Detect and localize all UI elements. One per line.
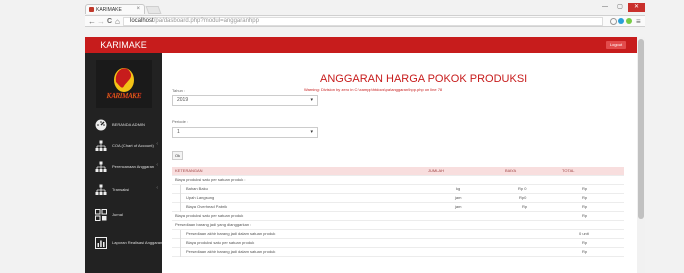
menu-icon[interactable]: ≡	[636, 16, 641, 27]
logout-button[interactable]: Logout	[606, 41, 626, 49]
scrollbar-thumb[interactable]	[638, 39, 644, 219]
table-header-row: KETERANGAN JUMLAH BIAYA TOTAL	[172, 167, 624, 176]
close-window-button[interactable]: ✕	[628, 3, 645, 12]
cell-keterangan: Biaya produksi satu per satuan produk	[186, 240, 255, 245]
cell-biaya: Rp	[522, 204, 528, 209]
sidebar-item-label: Perencanaan Anggaran	[112, 164, 155, 169]
cell-jumlah: jam	[455, 195, 462, 200]
tab-title: KARIMAKE	[96, 7, 122, 13]
cell-keterangan: Upah Langsung	[186, 195, 215, 200]
dashboard-icon	[95, 119, 107, 131]
sidebar-item-jurnal[interactable]: Jurnal	[85, 205, 162, 225]
cell-total: Rp	[582, 204, 588, 209]
url-host: localhost	[130, 18, 154, 24]
chevron-left-icon: ‹	[156, 162, 158, 168]
brand-title[interactable]: KARIMAKE	[85, 37, 162, 53]
php-warning: Warning: Division by zero in C:\xampp\ht…	[304, 87, 443, 92]
cell-biaya: Rp0	[519, 195, 527, 200]
cell-keterangan: Persediaan akhir barang jadi dalam satua…	[186, 249, 276, 254]
header-total: TOTAL	[562, 168, 575, 173]
minimize-button[interactable]: —	[598, 3, 612, 12]
table-row: Persediaan akhir barang jadi dalam satua…	[172, 248, 624, 257]
chevron-left-icon: ‹	[156, 141, 158, 147]
sidebar-item-label: BERANDA ADMIN	[112, 122, 145, 127]
sitemap-icon	[95, 161, 107, 173]
tahun-value: 2019	[177, 97, 189, 103]
cell-keterangan: Biaya produksi satu per satuan produk	[175, 213, 244, 218]
cell-keterangan: Persediaan barang jadi yang dianggarkan …	[175, 222, 252, 227]
extension-icon[interactable]	[618, 18, 624, 24]
cell-biaya: Rp 0	[518, 186, 527, 191]
cell-total: 0 unit	[579, 231, 589, 236]
tab-close-icon[interactable]: ×	[136, 6, 140, 12]
cell-keterangan: Biaya produksi satu per satuan produk :	[175, 177, 246, 182]
scrollbar[interactable]	[637, 37, 645, 273]
top-navbar: Logout	[162, 37, 637, 53]
url-path: /pa/dasboard.php?modul=anggaranhpp	[153, 18, 259, 24]
table-row: Persediaan barang jadi yang dianggarkan …	[172, 221, 624, 230]
header-keterangan: KETERANGAN	[175, 168, 203, 173]
forward-icon[interactable]: →	[97, 16, 105, 27]
header-jumlah: JUMLAH	[428, 168, 445, 173]
table-row: Biaya Overhead Pabrik jam Rp Rp	[172, 203, 624, 212]
table-row: Biaya produksi satu per satuan produk Rp	[172, 239, 624, 248]
cell-keterangan: Biaya Overhead Pabrik	[186, 204, 228, 209]
reload-icon[interactable]: C	[107, 16, 112, 27]
cell-total: Rp	[582, 240, 588, 245]
sidebar-item-label: Transaksi	[112, 187, 130, 192]
extension-icon-2[interactable]	[626, 18, 632, 24]
cell-jumlah: jam	[455, 204, 462, 209]
favicon-icon	[89, 7, 94, 12]
sidebar-item-beranda[interactable]: BERANDA ADMIN	[85, 115, 162, 135]
grid-icon	[95, 209, 107, 221]
cell-total: Rp	[582, 249, 588, 254]
cell-total: Rp	[582, 186, 588, 191]
chevron-left-icon: ‹	[156, 185, 158, 191]
table-row: Biaya produksi satu per satuan produk Rp	[172, 212, 624, 221]
maximize-button[interactable]: ▢	[613, 3, 627, 12]
sidebar-item-perencanaan[interactable]: Perencanaan Anggaran ‹	[85, 157, 162, 177]
address-bar-row: ← → C ⌂ localhost/pa/dasboard.php?modul=…	[85, 15, 645, 27]
sidebar-item-laporan[interactable]: Laporan Realisasi Anggaran	[85, 233, 162, 253]
sidebar-item-label: Jurnal	[112, 212, 123, 217]
tahun-select[interactable]: 2019 ▾	[172, 95, 318, 106]
table-row: Biaya produksi satu per satuan produk :	[172, 176, 624, 185]
home-icon[interactable]: ⌂	[115, 16, 120, 27]
cell-jumlah: kg	[456, 186, 461, 191]
periode-label: Periode :	[172, 119, 189, 124]
bar-chart-icon	[95, 237, 107, 249]
zoom-icon[interactable]	[610, 18, 617, 25]
cell-keterangan: Bahan Baku	[186, 186, 208, 191]
sidebar-item-coa[interactable]: COA (Chart of Account) ‹	[85, 136, 162, 156]
page-title: ANGGARAN HARGA POKOK PRODUKSI	[320, 73, 528, 85]
company-logo: KARIMAKE	[96, 60, 152, 108]
cell-total: Rp	[582, 213, 588, 218]
sidebar-item-label: COA (Chart of Account)	[112, 143, 154, 148]
url-input[interactable]: localhost/pa/dasboard.php?modul=anggaran…	[123, 17, 603, 26]
header-biaya: BIAYA	[505, 168, 517, 173]
table-row: Bahan Baku kg Rp 0 Rp	[172, 185, 624, 194]
logo-text: KARIMAKE	[106, 92, 142, 100]
table-row: Upah Langsung jam Rp0 Rp	[172, 194, 624, 203]
sidebar-item-label: Laporan Realisasi Anggaran	[112, 240, 163, 245]
table-row: Persediaan akhir barang jadi dalam satua…	[172, 230, 624, 239]
ok-button[interactable]: Ok	[172, 151, 183, 160]
sitemap-icon	[95, 140, 107, 152]
back-icon[interactable]: ←	[88, 16, 96, 27]
browser-tab[interactable]: KARIMAKE ×	[85, 4, 145, 14]
periode-select[interactable]: 1 ▾	[172, 127, 318, 138]
periode-value: 1	[177, 129, 180, 135]
cell-total: Rp	[582, 195, 588, 200]
tab-strip: KARIMAKE × — ▢ ✕	[85, 3, 645, 14]
caret-down-icon: ▾	[310, 97, 313, 103]
sitemap-icon	[95, 184, 107, 196]
sidebar-item-transaksi[interactable]: Transaksi ‹	[85, 180, 162, 200]
tahun-label: Tahun :	[172, 88, 186, 93]
new-tab-button[interactable]	[145, 6, 162, 14]
caret-down-icon: ▾	[310, 129, 313, 135]
cell-keterangan: Persediaan akhir barang jadi dalam satua…	[186, 231, 276, 236]
